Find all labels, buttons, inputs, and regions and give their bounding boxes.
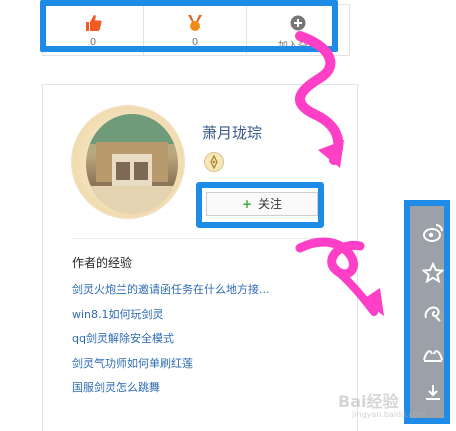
watermark-sub: jingyan.baidu.com	[352, 410, 426, 419]
watermark: Bai经验	[338, 392, 399, 411]
annotation-arrows	[295, 31, 384, 316]
